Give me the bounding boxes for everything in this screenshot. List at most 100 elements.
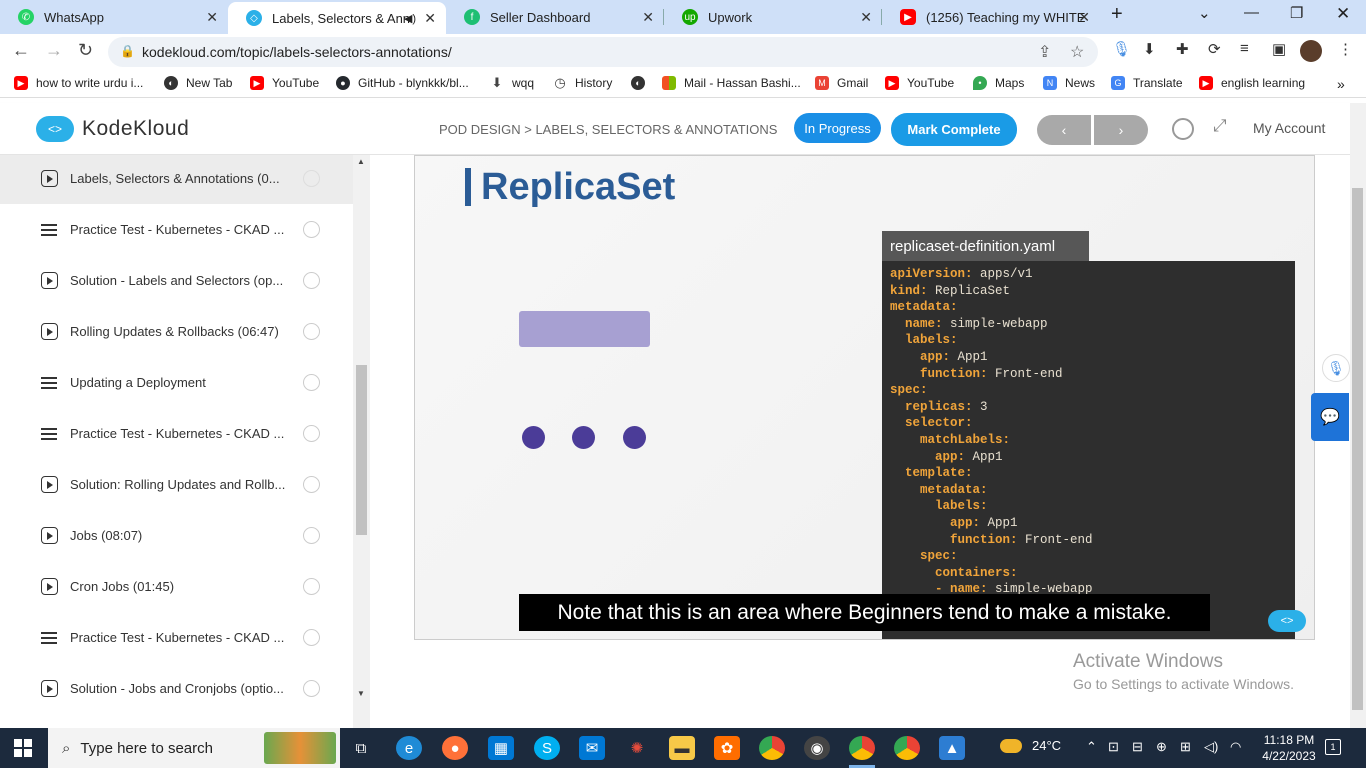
extensions-icon[interactable]: ✚ (1176, 40, 1189, 58)
system-clock[interactable]: 11:18 PM 4/22/2023 (1256, 732, 1322, 764)
chrome-profile-icon[interactable] (849, 736, 875, 760)
close-tab-icon[interactable]: ✕ (860, 9, 872, 26)
store-icon[interactable]: ▦ (488, 736, 514, 760)
lesson-item[interactable]: Cron Jobs (01:45) (0, 561, 353, 612)
close-tab-icon[interactable]: ✕ (206, 9, 218, 26)
lesson-item[interactable]: Jobs (08:07) (0, 510, 353, 561)
tab-whatsapp[interactable]: ✆ WhatsApp ✕ (0, 0, 228, 34)
lesson-item[interactable]: Solution: Rolling Updates and Rollb... (0, 459, 353, 510)
completion-checkbox[interactable] (303, 680, 320, 697)
app-icon[interactable]: ✺ (624, 736, 650, 760)
firefox-icon[interactable]: ● (442, 736, 468, 760)
download-extension-icon[interactable]: ⬇ (1143, 40, 1156, 58)
previous-lesson-button[interactable]: ‹ (1037, 115, 1091, 145)
file-explorer-icon[interactable]: ▬ (669, 736, 695, 760)
lesson-item[interactable]: Updating a Deployment (0, 357, 353, 408)
share-icon[interactable]: ⇪ (1038, 42, 1051, 62)
device-icon[interactable]: ⊕ (1156, 739, 1167, 755)
minimize-icon[interactable]: — (1244, 4, 1259, 21)
tab-seller-dashboard[interactable]: f Seller Dashboard ✕ (446, 0, 664, 34)
windows-start-icon[interactable] (14, 739, 32, 757)
dark-mode-icon[interactable] (1172, 118, 1194, 140)
lesson-item[interactable]: Solution - Labels and Selectors (op... (0, 255, 353, 306)
sidebar-scrollbar-thumb[interactable] (356, 365, 367, 535)
tab-kodekloud[interactable]: ◇ Labels, Selectors & Anno ◀) ✕ (228, 2, 446, 34)
completion-checkbox[interactable] (303, 221, 320, 238)
media-icon[interactable]: ≡ (1240, 40, 1249, 57)
bookmark-star-icon[interactable]: ☆ (1070, 42, 1084, 62)
forward-icon[interactable]: → (45, 40, 63, 61)
close-window-icon[interactable]: ✕ (1336, 4, 1350, 24)
completion-checkbox[interactable] (303, 425, 320, 442)
bookmark-item[interactable]: ▶ how to write urdu i... (14, 76, 143, 90)
show-hidden-icons-icon[interactable]: ⌃ (1086, 739, 1097, 755)
url-text[interactable]: kodekloud.com/topic/labels-selectors-ann… (142, 44, 452, 60)
edge-icon[interactable]: e (396, 736, 422, 760)
bookmark-item[interactable]: ◐ New Tab (164, 76, 232, 90)
completion-checkbox[interactable] (303, 527, 320, 544)
lesson-item[interactable]: Practice Test - Kubernetes - CKAD ... (0, 408, 353, 459)
bookmark-item[interactable]: ● GitHub - blynkkk/bl... (336, 76, 469, 90)
bookmarks-overflow-icon[interactable]: » (1337, 76, 1345, 92)
camera-app-icon[interactable]: ◉ (804, 736, 830, 760)
completion-checkbox[interactable] (303, 629, 320, 646)
bookmark-item[interactable]: ▶ english learning (1199, 76, 1305, 90)
completion-checkbox[interactable] (303, 323, 320, 340)
volume-icon[interactable]: ◁) (1204, 739, 1218, 755)
wifi-icon[interactable]: ◠ (1230, 739, 1241, 755)
sync-extension-icon[interactable]: ⟳ (1208, 40, 1221, 58)
my-account-link[interactable]: My Account (1253, 120, 1325, 136)
lesson-item[interactable]: Labels, Selectors & Annotations (0... (0, 155, 353, 204)
taskbar-search-box[interactable]: ⌕ Type here to search (48, 728, 340, 768)
bookmark-item[interactable]: ◷ History (553, 75, 612, 90)
completion-checkbox[interactable] (303, 578, 320, 595)
mic-extension-icon[interactable]: 🎙 (1112, 40, 1131, 58)
bookmark-item[interactable]: M Gmail (815, 76, 868, 90)
fullscreen-icon[interactable]: ⤢ (1213, 116, 1227, 136)
mail-icon[interactable]: ✉ (579, 736, 605, 760)
bookmark-item[interactable]: ▶ YouTube (250, 76, 319, 90)
bookmark-item[interactable]: ▶ YouTube (885, 76, 954, 90)
weather-widget[interactable]: 24°C (1000, 738, 1061, 753)
chat-icon[interactable]: 💬 (1311, 393, 1349, 441)
tab-youtube[interactable]: ▶ (1256) Teaching my WHITE fr ✕ (882, 0, 1100, 34)
mark-complete-button[interactable]: Mark Complete (891, 113, 1017, 146)
microphone-icon[interactable]: 🎙 (1322, 354, 1350, 382)
lock-icon[interactable]: 🔒 (120, 44, 135, 58)
photos-icon[interactable]: ▲ (939, 736, 965, 760)
close-tab-icon[interactable]: ✕ (1078, 9, 1090, 26)
close-tab-icon[interactable]: ✕ (424, 10, 436, 27)
app-settings-icon[interactable]: ✿ (714, 736, 740, 760)
bookmark-item[interactable]: N News (1043, 76, 1095, 90)
scroll-down-icon[interactable]: ▼ (357, 689, 365, 698)
completion-checkbox[interactable] (303, 476, 320, 493)
lesson-item[interactable]: Practice Test - Kubernetes - CKAD ... (0, 204, 353, 255)
page-scrollbar-thumb[interactable] (1352, 188, 1363, 710)
network-icon[interactable]: ⊡ (1108, 739, 1119, 755)
maximize-icon[interactable]: ❐ (1290, 4, 1303, 22)
lesson-item[interactable]: Solution - Jobs and Cronjobs (optio... (0, 663, 353, 714)
tab-upwork[interactable]: up Upwork ✕ (664, 0, 882, 34)
menu-kebab-icon[interactable]: ⋮ (1338, 40, 1353, 58)
bookmark-item[interactable]: • Maps (973, 76, 1024, 90)
bookmark-item[interactable]: ◐ (631, 76, 653, 90)
bookmark-item[interactable]: ⬇ wqq (490, 75, 534, 90)
screen-icon[interactable]: ⊞ (1180, 739, 1191, 755)
completion-checkbox[interactable] (303, 272, 320, 289)
in-progress-button[interactable]: In Progress (794, 113, 881, 143)
kodekloud-logo[interactable]: <> KodeKloud (36, 116, 189, 142)
video-player[interactable]: ReplicaSet replicaset-definition.yaml ap… (414, 155, 1315, 640)
display-icon[interactable]: ⊟ (1132, 739, 1143, 755)
completion-checkbox[interactable] (303, 170, 320, 187)
notification-icon[interactable]: 1 (1325, 739, 1341, 755)
close-tab-icon[interactable]: ✕ (642, 9, 654, 26)
speaker-icon[interactable]: ◀) (404, 12, 416, 25)
new-tab-button[interactable]: + (1111, 3, 1123, 26)
side-panel-icon[interactable]: ▣ (1272, 40, 1286, 58)
lesson-item[interactable]: Rolling Updates & Rollbacks (06:47) (0, 306, 353, 357)
skype-icon[interactable]: S (534, 736, 560, 760)
reload-icon[interactable]: ↻ (78, 40, 93, 61)
bookmark-item[interactable]: G Translate (1111, 76, 1183, 90)
chrome-profile-icon[interactable] (894, 736, 920, 760)
bookmark-item[interactable]: Mail - Hassan Bashi... (662, 76, 801, 90)
